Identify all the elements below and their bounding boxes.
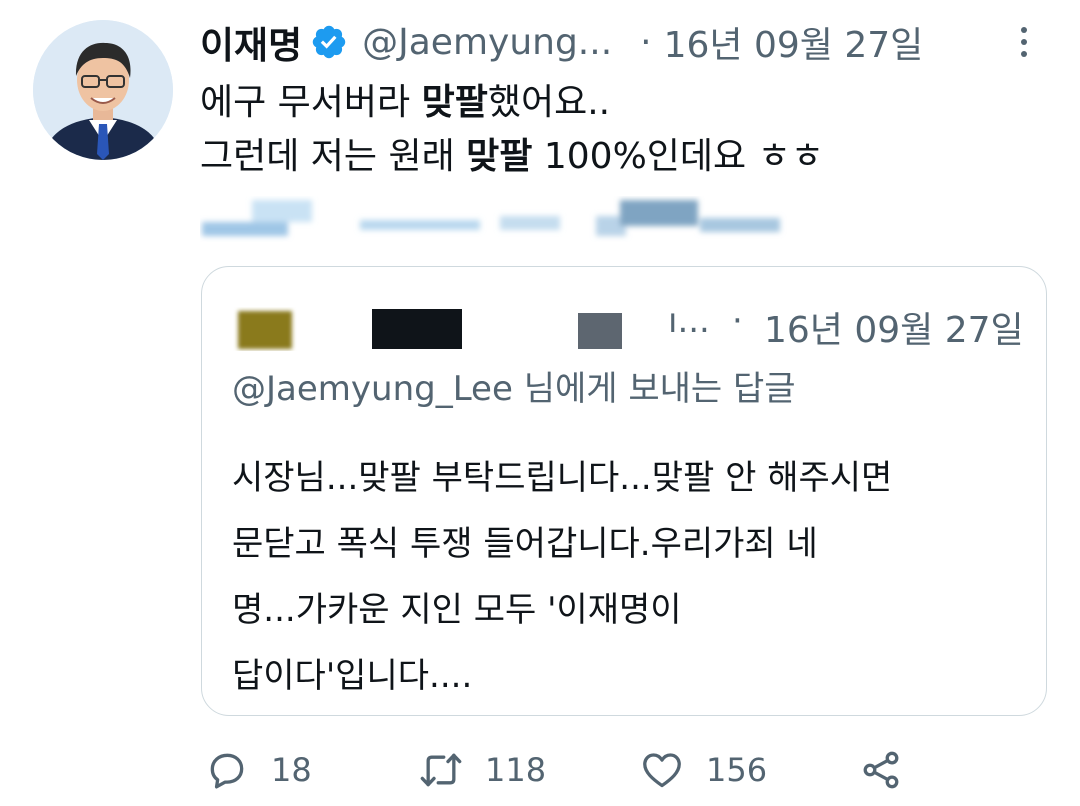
redacted-link[interactable] (200, 196, 790, 242)
reply-count: 18 (271, 751, 312, 789)
like-count: 156 (706, 751, 768, 789)
redacted-avatar (238, 311, 292, 349)
retweet-icon (420, 753, 462, 787)
quoted-name-truncation: ı... (668, 301, 710, 341)
verified-badge-icon (312, 25, 346, 59)
tweet-text-line: 에구 무서버라 맞팔했어요.. (200, 82, 611, 123)
reply-button[interactable]: 18 (205, 742, 312, 798)
tweet-header: 이재명 @Jaemyung... · 16년 09월 27일 (200, 14, 1040, 70)
author-handle[interactable]: @Jaemyung... (362, 22, 612, 63)
author-avatar[interactable] (33, 20, 173, 160)
redacted-name (372, 309, 462, 349)
tweet-text-line: 그런데 저는 원래 맞팔 100%인데요 ㅎㅎ (200, 136, 824, 177)
redacted-handle (578, 313, 622, 349)
quoted-separator: · (732, 301, 743, 341)
retweet-count: 118 (485, 751, 547, 789)
quoted-tweet-card[interactable]: ı... · 16년 09월 27일 @Jaemyung_Lee 님에게 보내는… (201, 266, 1047, 716)
quoted-body-line: 시장님...맞팔 부탁드립니다...맞팔 안 해주시면 (232, 458, 893, 498)
header-separator: · (640, 21, 652, 63)
author-name[interactable]: 이재명 (200, 15, 302, 69)
quoted-body-line: 문닫고 폭식 투쟁 들어갑니다.우리가죄 네 (232, 524, 818, 564)
more-options-icon[interactable] (1012, 14, 1036, 70)
tweet-date[interactable]: 16년 09월 27일 (664, 16, 924, 68)
like-button[interactable]: 156 (640, 742, 767, 798)
share-button[interactable] (859, 742, 903, 798)
quoted-header: ı... · 16년 09월 27일 (232, 291, 1032, 351)
replying-to-text: @Jaemyung_Lee 님에게 보내는 답글 (232, 369, 796, 409)
reply-icon (210, 753, 244, 789)
like-icon (643, 753, 681, 788)
quoted-body: 시장님...맞팔 부탁드립니다...맞팔 안 해주시면 문닫고 폭식 투쟁 들어… (232, 445, 892, 709)
quoted-body-line: 명...가카운 지인 모두 '이재명이 (232, 590, 682, 630)
retweet-button[interactable]: 118 (419, 742, 546, 798)
tweet-text: 에구 무서버라 맞팔했어요.. 그런데 저는 원래 맞팔 100%인데요 ㅎㅎ (200, 76, 824, 184)
quoted-body-line: 답이다'입니다.... (232, 656, 473, 696)
quoted-date[interactable]: 16년 09월 27일 (764, 301, 1024, 353)
tweet-actions-bar: 18 118 156 (205, 742, 965, 798)
share-icon (863, 751, 899, 789)
